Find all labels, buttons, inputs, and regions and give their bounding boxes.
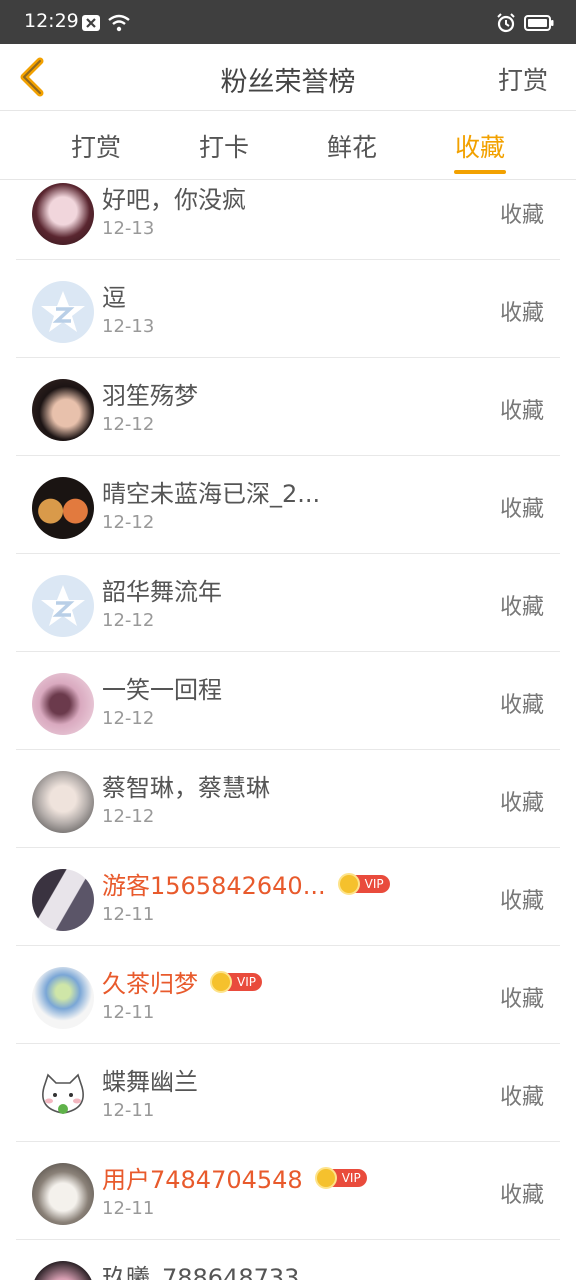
favorite-label: 收藏	[499, 1085, 544, 1110]
avatar[interactable]	[32, 183, 94, 245]
page-title: 粉丝荣誉榜	[220, 67, 356, 98]
wifi-icon	[108, 14, 130, 32]
user-name[interactable]: 韶华舞流年	[102, 572, 222, 607]
date: 12-11	[102, 1100, 155, 1121]
user-name[interactable]: 逗	[102, 278, 126, 313]
date: 12-12	[102, 708, 155, 729]
crown-icon	[337, 872, 360, 895]
tab-favorites[interactable]: 收藏	[430, 128, 530, 164]
user-name[interactable]: 一笑一回程	[102, 670, 222, 705]
chevron-left-icon	[20, 57, 44, 97]
default-avatar-icon	[41, 585, 85, 626]
user-name[interactable]: 游客1565842640...	[102, 866, 326, 901]
list-item[interactable]: 羽笙殇梦 12-12 收藏	[16, 358, 560, 456]
favorite-label: 收藏	[499, 595, 544, 620]
date: 12-13	[102, 316, 155, 337]
date: 12-11	[102, 1198, 155, 1219]
avatar[interactable]	[32, 869, 94, 931]
date: 12-11	[102, 904, 155, 925]
cat-icon	[42, 1073, 84, 1114]
tab-reward[interactable]: 打赏	[46, 128, 146, 164]
crown-icon	[210, 970, 232, 993]
favorite-label: 收藏	[499, 497, 544, 522]
vip-badge: VIP	[314, 1166, 367, 1189]
favorite-label: 收藏	[499, 301, 544, 326]
avatar[interactable]	[32, 281, 94, 343]
user-name[interactable]: 蔡智琳，蔡慧琳	[102, 768, 270, 803]
vip-badge: VIP	[337, 872, 390, 895]
active-tab-indicator	[454, 170, 506, 174]
avatar[interactable]	[32, 967, 94, 1029]
date: 12-12	[102, 414, 155, 435]
user-name[interactable]: 蝶舞幽兰	[102, 1062, 198, 1097]
default-avatar-icon	[41, 291, 85, 332]
favorite-label: 收藏	[499, 203, 544, 228]
favorite-label: 收藏	[499, 693, 544, 718]
user-name[interactable]: 用户7484704548	[102, 1160, 303, 1195]
list-item[interactable]: 好吧，你没疯 12-13 收藏	[16, 180, 560, 260]
tab-flowers[interactable]: 鲜花	[302, 128, 402, 164]
list-item[interactable]: 逗 12-13 收藏	[16, 260, 560, 358]
avatar[interactable]	[32, 1065, 94, 1127]
favorite-label: 收藏	[499, 791, 544, 816]
top-nav-bar: 粉丝荣誉榜 打赏	[0, 44, 576, 111]
back-button[interactable]	[12, 54, 52, 100]
favorite-label: 收藏	[499, 889, 544, 914]
favorite-label: 收藏	[499, 1183, 544, 1208]
date: 12-12	[102, 512, 155, 533]
user-name[interactable]: 好吧，你没疯	[102, 180, 246, 215]
battery-icon	[524, 15, 554, 31]
vip-badge: VIP	[210, 970, 262, 993]
list-item[interactable]: 游客1565842640... VIP 12-11 收藏	[16, 848, 560, 946]
notification-icon	[82, 15, 100, 31]
list-item[interactable]: 玖曦_788648733	[16, 1240, 560, 1280]
date: 12-13	[102, 218, 155, 239]
avatar[interactable]	[32, 379, 94, 441]
user-name[interactable]: 晴空未蓝海已深_2...	[102, 474, 320, 509]
user-name[interactable]: 玖曦_788648733	[102, 1258, 299, 1280]
list-item[interactable]: 蝶舞幽兰 12-11 收藏	[16, 1044, 560, 1142]
favorite-label: 收藏	[499, 987, 544, 1012]
list-item[interactable]: 晴空未蓝海已深_2... 12-12 收藏	[16, 456, 560, 554]
avatar[interactable]	[32, 477, 94, 539]
fan-list[interactable]: 好吧，你没疯 12-13 收藏 逗 12-13 收藏 羽笙殇梦 12-12 收藏…	[0, 180, 576, 1280]
avatar[interactable]	[32, 673, 94, 735]
list-item[interactable]: 蔡智琳，蔡慧琳 12-12 收藏	[16, 750, 560, 848]
list-item[interactable]: 一笑一回程 12-12 收藏	[16, 652, 560, 750]
favorite-label: 收藏	[499, 399, 544, 424]
date: 12-12	[102, 806, 155, 827]
list-item[interactable]: 韶华舞流年 12-12 收藏	[16, 554, 560, 652]
avatar[interactable]	[32, 771, 94, 833]
avatar[interactable]	[32, 1261, 94, 1280]
list-item[interactable]: 用户7484704548 VIP 12-11 收藏	[16, 1142, 560, 1240]
reward-button[interactable]: 打赏	[498, 61, 548, 97]
list-item[interactable]: 久茶归梦 VIP 12-11 收藏	[16, 946, 560, 1044]
user-name[interactable]: 久茶归梦	[102, 964, 198, 999]
status-time: 12:29	[24, 10, 79, 32]
date: 12-11	[102, 1002, 155, 1023]
tab-checkin[interactable]: 打卡	[174, 128, 274, 164]
user-name[interactable]: 羽笙殇梦	[102, 376, 198, 411]
avatar[interactable]	[32, 1163, 94, 1225]
alarm-icon	[497, 13, 515, 33]
crown-icon	[314, 1166, 337, 1189]
avatar[interactable]	[32, 575, 94, 637]
date: 12-12	[102, 610, 155, 631]
status-bar: 12:29	[0, 0, 576, 44]
